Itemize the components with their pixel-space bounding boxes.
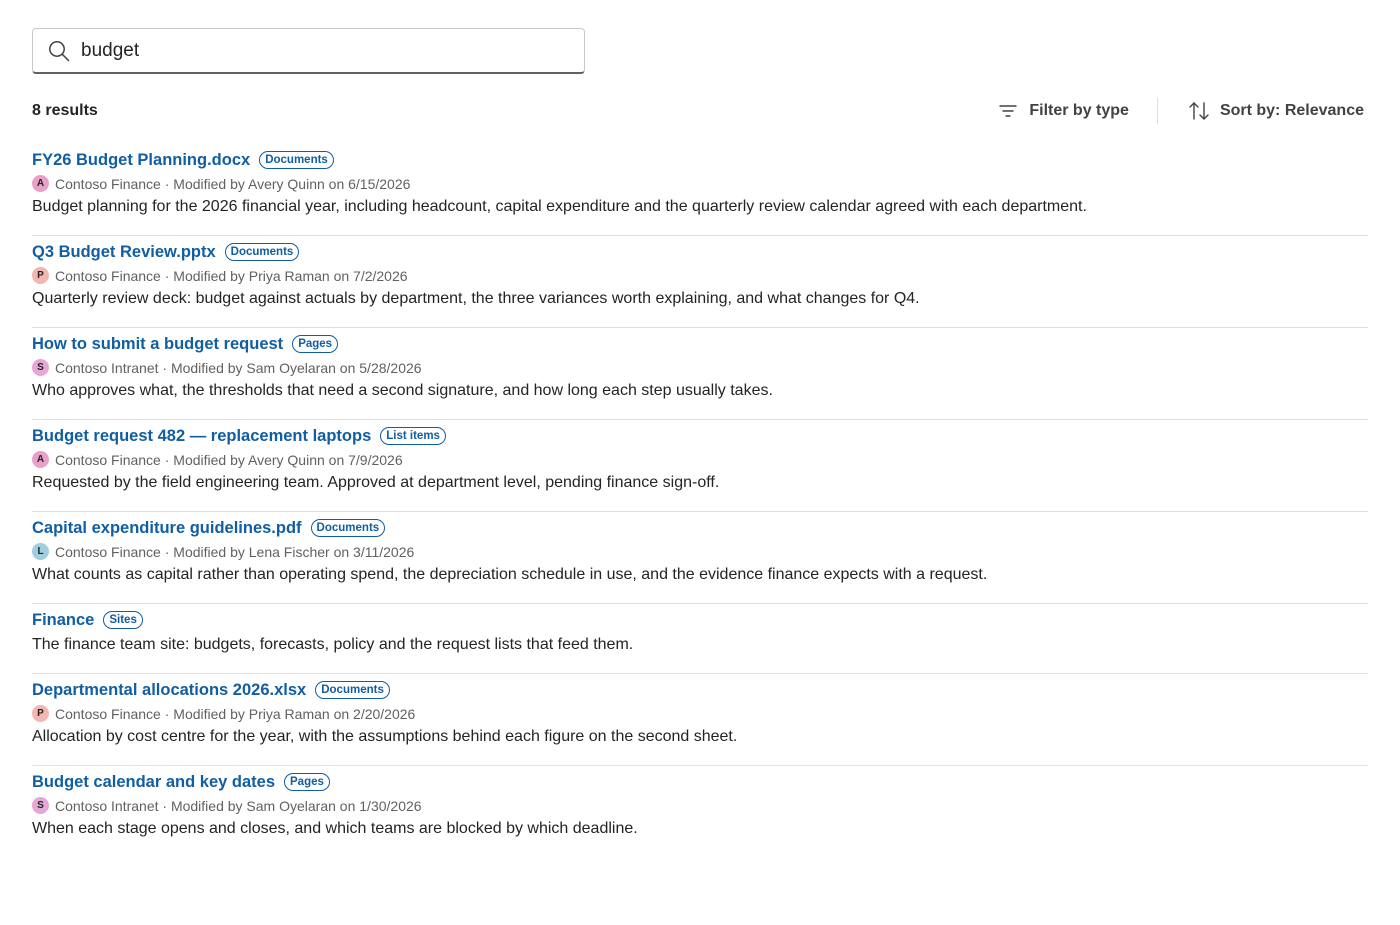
result-meta-text: Contoso Intranet · Modified by Sam Oyela… bbox=[55, 359, 422, 376]
result-item: Budget calendar and key dates Pages S Co… bbox=[32, 766, 1368, 857]
result-description: Quarterly review deck: budget against ac… bbox=[32, 290, 920, 307]
result-description: Who approves what, the thresholds that n… bbox=[32, 382, 773, 399]
result-description: The finance team site: budgets, forecast… bbox=[32, 636, 634, 653]
result-title-link[interactable]: How to submit a budget request bbox=[32, 335, 283, 354]
result-item: Budget request 482 — replacement laptops… bbox=[32, 420, 1368, 512]
result-title-link[interactable]: Departmental allocations 2026.xlsx bbox=[32, 681, 306, 700]
result-item: Capital expenditure guidelines.pdf Docum… bbox=[32, 512, 1368, 604]
search-input[interactable] bbox=[81, 39, 561, 62]
sort-button[interactable]: Sort by: Relevance bbox=[1184, 100, 1368, 122]
filter-by-type-button[interactable]: Filter by type bbox=[993, 100, 1133, 122]
toolbar-divider bbox=[1156, 98, 1158, 124]
filter-icon bbox=[997, 100, 1019, 122]
result-type-badge: List items bbox=[380, 427, 446, 445]
result-description: Requested by the field engineering team.… bbox=[32, 474, 720, 491]
result-meta-text: Contoso Finance · Modified by Lena Fisch… bbox=[55, 543, 415, 560]
result-title-link[interactable]: Capital expenditure guidelines.pdf bbox=[32, 519, 302, 538]
result-item: FY26 Budget Planning.docx Documents A Co… bbox=[32, 144, 1368, 236]
result-type-badge: Documents bbox=[259, 151, 334, 169]
filter-by-type-label: Filter by type bbox=[1029, 102, 1129, 119]
result-description: Budget planning for the 2026 financial y… bbox=[32, 198, 1087, 215]
avatar: S bbox=[32, 359, 49, 376]
avatar: P bbox=[32, 267, 49, 284]
results-count: 8 results bbox=[32, 102, 98, 119]
search-icon bbox=[47, 39, 71, 63]
result-meta: P Contoso Finance · Modified by Priya Ra… bbox=[32, 264, 1368, 287]
result-meta-text: Contoso Finance · Modified by Priya Rama… bbox=[55, 267, 408, 284]
avatar: L bbox=[32, 543, 49, 560]
result-meta: S Contoso Intranet · Modified by Sam Oye… bbox=[32, 356, 1368, 379]
result-item: How to submit a budget request Pages S C… bbox=[32, 328, 1368, 420]
result-meta-text: Contoso Finance · Modified by Avery Quin… bbox=[55, 451, 403, 468]
result-meta: A Contoso Finance · Modified by Avery Qu… bbox=[32, 172, 1368, 195]
result-description: When each stage opens and closes, and wh… bbox=[32, 820, 638, 837]
avatar: S bbox=[32, 797, 49, 814]
result-item: Q3 Budget Review.pptx Documents P Contos… bbox=[32, 236, 1368, 328]
result-type-badge: Pages bbox=[284, 773, 330, 791]
result-type-badge: Documents bbox=[315, 681, 390, 699]
result-title-link[interactable]: Q3 Budget Review.pptx bbox=[32, 243, 216, 262]
sort-icon bbox=[1188, 100, 1210, 122]
result-meta: P Contoso Finance · Modified by Priya Ra… bbox=[32, 702, 1368, 725]
result-type-badge: Pages bbox=[292, 335, 339, 353]
result-meta: A Contoso Finance · Modified by Avery Qu… bbox=[32, 448, 1368, 471]
result-meta: L Contoso Finance · Modified by Lena Fis… bbox=[32, 540, 1368, 563]
results-list: FY26 Budget Planning.docx Documents A Co… bbox=[32, 144, 1368, 857]
result-description: What counts as capital rather than opera… bbox=[32, 566, 988, 583]
result-item: Departmental allocations 2026.xlsx Docum… bbox=[32, 674, 1368, 766]
result-title-link[interactable]: Budget calendar and key dates bbox=[32, 773, 275, 792]
result-title-link[interactable]: Budget request 482 — replacement laptops bbox=[32, 427, 371, 446]
search-box[interactable] bbox=[32, 28, 585, 74]
result-title-link[interactable]: Finance bbox=[32, 611, 94, 630]
result-meta: S Contoso Intranet · Modified by Sam Oye… bbox=[32, 794, 1368, 817]
result-type-badge: Sites bbox=[103, 611, 143, 629]
results-toolbar: 8 results Filter by type Sort by: Releva… bbox=[32, 96, 1368, 126]
result-meta-text: Contoso Finance · Modified by Priya Rama… bbox=[55, 705, 416, 722]
result-item: Finance Sites The finance team site: bud… bbox=[32, 604, 1368, 674]
avatar: A bbox=[32, 451, 49, 468]
result-type-badge: Documents bbox=[310, 519, 386, 537]
result-meta-text: Contoso Intranet · Modified by Sam Oyela… bbox=[55, 797, 422, 814]
avatar: P bbox=[32, 705, 49, 722]
result-type-badge: Documents bbox=[224, 243, 300, 261]
result-title-link[interactable]: FY26 Budget Planning.docx bbox=[32, 151, 250, 170]
avatar: A bbox=[32, 175, 49, 192]
sort-label: Sort by: Relevance bbox=[1219, 102, 1364, 119]
result-meta-text: Contoso Finance · Modified by Avery Quin… bbox=[55, 175, 411, 192]
result-description: Allocation by cost centre for the year, … bbox=[32, 728, 738, 745]
